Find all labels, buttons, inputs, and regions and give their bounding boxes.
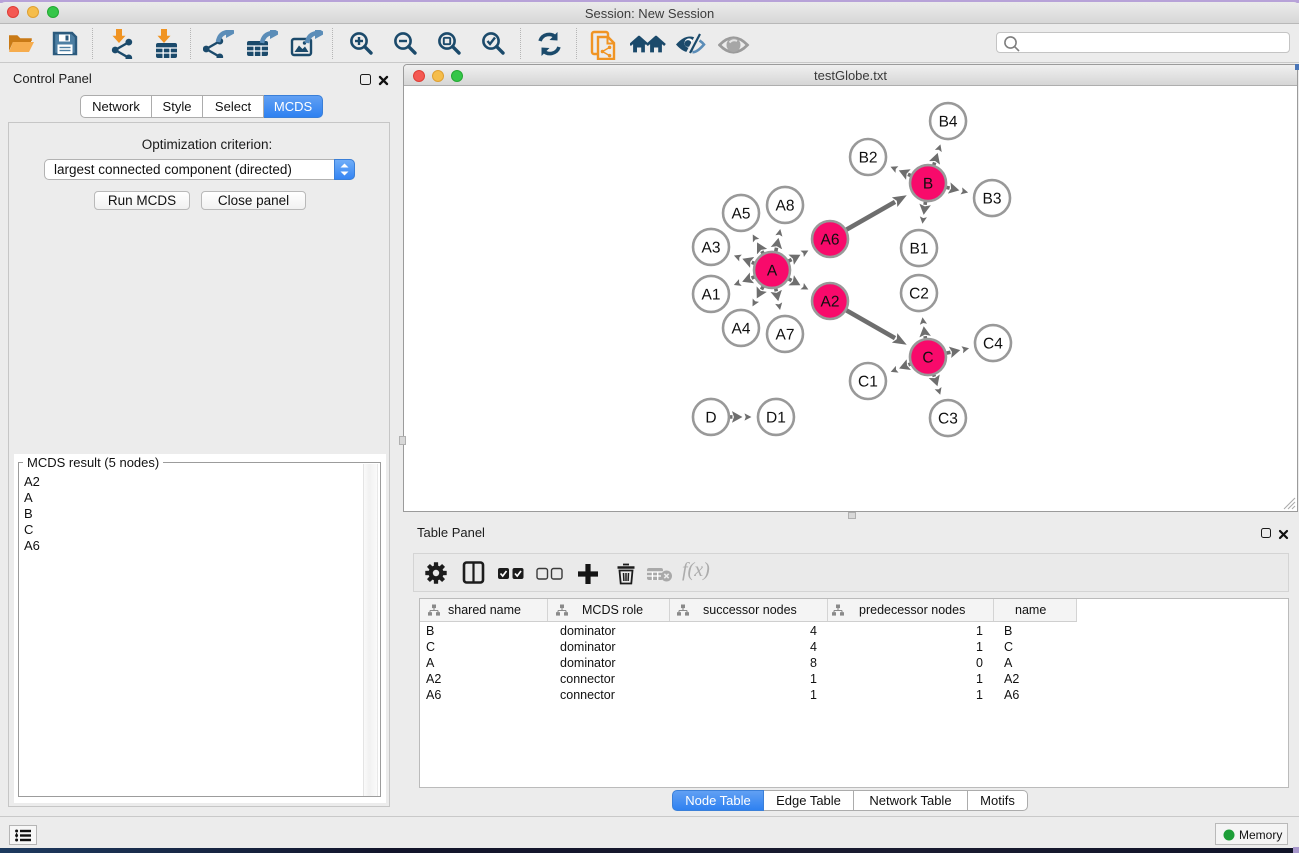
svg-text:A2: A2 [821,293,840,310]
svg-text:B4: B4 [939,114,958,131]
svg-text:D1: D1 [766,409,786,426]
svg-text:B3: B3 [983,191,1002,208]
svg-text:A6: A6 [821,231,840,248]
svg-text:A5: A5 [732,205,751,222]
svg-text:A1: A1 [702,286,721,303]
svg-text:A7: A7 [776,326,795,343]
svg-text:A3: A3 [702,239,721,256]
svg-text:B1: B1 [910,241,929,258]
svg-text:B2: B2 [859,150,878,167]
svg-text:A: A [767,262,778,279]
svg-text:C4: C4 [983,336,1003,353]
svg-text:C: C [922,350,933,367]
svg-text:A8: A8 [776,197,795,214]
svg-text:A4: A4 [732,320,751,337]
svg-text:C1: C1 [858,374,878,391]
svg-text:D: D [705,409,716,426]
svg-text:B: B [923,176,933,193]
svg-text:C2: C2 [909,286,929,303]
svg-text:C3: C3 [938,411,958,428]
